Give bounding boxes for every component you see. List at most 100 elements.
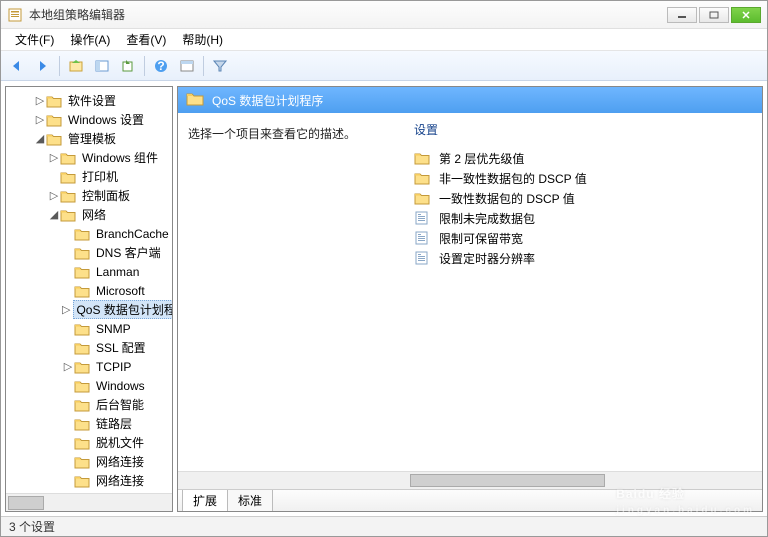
expander-icon[interactable]: ▷ xyxy=(62,303,70,316)
tree-label: DNS 客户端 xyxy=(93,243,164,262)
column-header-setting[interactable]: 设置 xyxy=(414,121,756,138)
tree-label: QoS 数据包计划程序 xyxy=(73,300,172,319)
tree-label: 控制面板 xyxy=(79,186,133,205)
tree-item[interactable]: 网络连接 xyxy=(6,452,172,471)
expander-icon[interactable]: ▷ xyxy=(34,94,46,107)
setting-folder-row[interactable]: 一致性数据包的 DSCP 值 xyxy=(414,188,756,208)
setting-label: 限制未完成数据包 xyxy=(439,210,535,227)
tree-item[interactable]: ▷ 控制面板 xyxy=(6,186,172,205)
tree-label: BranchCache xyxy=(93,226,172,242)
menu-help[interactable]: 帮助(H) xyxy=(174,29,231,50)
scrollbar-thumb[interactable] xyxy=(410,474,605,487)
forward-button[interactable] xyxy=(31,54,55,78)
tree-item[interactable]: 链路层 xyxy=(6,414,172,433)
tree-label: Microsoft xyxy=(93,283,148,299)
properties-button[interactable] xyxy=(175,54,199,78)
show-hide-tree-button[interactable] xyxy=(90,54,114,78)
tree-scroll[interactable]: ▷ 软件设置 ▷ Windows 设置◢管理模板▷Windows 组件打印机 ▷ 控制面板… xyxy=(6,87,172,493)
expander-icon[interactable]: ▷ xyxy=(48,151,60,164)
help-button[interactable]: ? xyxy=(149,54,173,78)
maximize-button[interactable] xyxy=(699,7,729,23)
setting-item-row[interactable]: 限制可保留带宽 xyxy=(414,228,756,248)
tree: ▷ 软件设置 ▷ Windows 设置◢管理模板▷Windows 组件打印机 ▷ 控制面板… xyxy=(6,87,172,493)
status-text: 3 个设置 xyxy=(9,518,55,535)
expander-icon[interactable]: ◢ xyxy=(34,132,46,145)
tree-item[interactable]: ◢网络 xyxy=(6,205,172,224)
tree-item[interactable]: 脱机文件 xyxy=(6,433,172,452)
folder-icon xyxy=(186,91,204,109)
description-panel: 选择一个项目来查看它的描述。 xyxy=(178,113,408,471)
expander-icon[interactable]: ▷ xyxy=(34,113,46,126)
content-pane: QoS 数据包计划程序 选择一个项目来查看它的描述。 设置 第 2 层优先级值非… xyxy=(177,86,763,512)
settings-items: 第 2 层优先级值非一致性数据包的 DSCP 值一致性数据包的 DSCP 值限制… xyxy=(414,148,756,268)
window-controls xyxy=(667,7,761,23)
content-title: QoS 数据包计划程序 xyxy=(212,92,323,109)
titlebar: 本地组策略编辑器 xyxy=(1,1,767,29)
separator xyxy=(203,56,204,76)
tree-label: SSL 配置 xyxy=(93,338,149,357)
description-hint: 选择一个项目来查看它的描述。 xyxy=(188,125,398,142)
tree-item[interactable]: Microsoft xyxy=(6,281,172,300)
tree-label: 打印机 xyxy=(79,167,121,186)
filter-button[interactable] xyxy=(208,54,232,78)
svg-text:?: ? xyxy=(157,59,164,73)
content-header: QoS 数据包计划程序 xyxy=(178,87,762,113)
tree-item[interactable]: 网络连接 xyxy=(6,471,172,490)
tree-label: 软件设置 xyxy=(65,91,119,110)
window-title: 本地组策略编辑器 xyxy=(29,6,125,23)
tree-hscrollbar[interactable] xyxy=(6,493,172,511)
close-button[interactable] xyxy=(731,7,761,23)
tree-item[interactable]: ▷ Windows 设置 xyxy=(6,110,172,129)
export-button[interactable] xyxy=(116,54,140,78)
setting-label: 一致性数据包的 DSCP 值 xyxy=(439,190,575,207)
content-body: 选择一个项目来查看它的描述。 设置 第 2 层优先级值非一致性数据包的 DSCP… xyxy=(178,113,762,471)
setting-label: 限制可保留带宽 xyxy=(439,230,523,247)
menu-action[interactable]: 操作(A) xyxy=(62,29,118,50)
settings-list: 设置 第 2 层优先级值非一致性数据包的 DSCP 值一致性数据包的 DSCP … xyxy=(408,113,762,471)
minimize-button[interactable] xyxy=(667,7,697,23)
tree-item[interactable]: BranchCache xyxy=(6,224,172,243)
tab-extended[interactable]: 扩展 xyxy=(182,490,228,512)
tree-item[interactable]: Windows xyxy=(6,376,172,395)
tree-item[interactable]: DNS 客户端 xyxy=(6,243,172,262)
tree-label: 后台智能 xyxy=(93,395,147,414)
back-button[interactable] xyxy=(5,54,29,78)
setting-folder-row[interactable]: 非一致性数据包的 DSCP 值 xyxy=(414,168,756,188)
tree-item[interactable]: SNMP xyxy=(6,319,172,338)
menubar: 文件(F) 操作(A) 查看(V) 帮助(H) xyxy=(1,29,767,51)
tree-item[interactable]: ▷ 软件设置 xyxy=(6,91,172,110)
tree-item[interactable]: ▷Windows 组件 xyxy=(6,148,172,167)
setting-item-row[interactable]: 设置定时器分辨率 xyxy=(414,248,756,268)
tree-label: Windows 设置 xyxy=(65,110,147,129)
menu-view[interactable]: 查看(V) xyxy=(118,29,174,50)
expander-icon[interactable]: ▷ xyxy=(48,189,60,202)
tree-item[interactable]: Lanman xyxy=(6,262,172,281)
setting-label: 设置定时器分辨率 xyxy=(439,250,535,267)
menu-file[interactable]: 文件(F) xyxy=(7,29,62,50)
setting-label: 第 2 层优先级值 xyxy=(439,150,524,167)
setting-item-row[interactable]: 限制未完成数据包 xyxy=(414,208,756,228)
content-hscrollbar[interactable] xyxy=(178,471,762,489)
tree-item[interactable]: ◢管理模板 xyxy=(6,129,172,148)
tree-label: TCPIP xyxy=(93,359,134,375)
tabstrip: 扩展 标准 xyxy=(178,489,762,511)
tree-item[interactable]: ▷QoS 数据包计划程序 xyxy=(6,300,172,319)
tree-item[interactable]: SSL 配置 xyxy=(6,338,172,357)
tree-item[interactable]: 打印机 xyxy=(6,167,172,186)
tree-label: 网络连接 xyxy=(93,452,147,471)
tab-standard[interactable]: 标准 xyxy=(227,490,273,512)
tree-item[interactable]: 后台智能 xyxy=(6,395,172,414)
setting-folder-row[interactable]: 第 2 层优先级值 xyxy=(414,148,756,168)
expander-icon[interactable]: ▷ xyxy=(62,360,74,373)
tree-label: SNMP xyxy=(93,321,134,337)
tree-label: Lanman xyxy=(93,264,142,280)
tree-item[interactable]: ▷ TCPIP xyxy=(6,357,172,376)
up-button[interactable] xyxy=(64,54,88,78)
tree-label: 脱机文件 xyxy=(93,433,147,452)
separator xyxy=(59,56,60,76)
statusbar: 3 个设置 xyxy=(1,516,767,536)
scrollbar-thumb[interactable] xyxy=(8,496,44,510)
expander-icon[interactable]: ◢ xyxy=(48,208,60,221)
app-icon xyxy=(7,7,23,23)
app-window: 本地组策略编辑器 文件(F) 操作(A) 查看(V) 帮助(H) ? ▷ 软件设置… xyxy=(0,0,768,537)
